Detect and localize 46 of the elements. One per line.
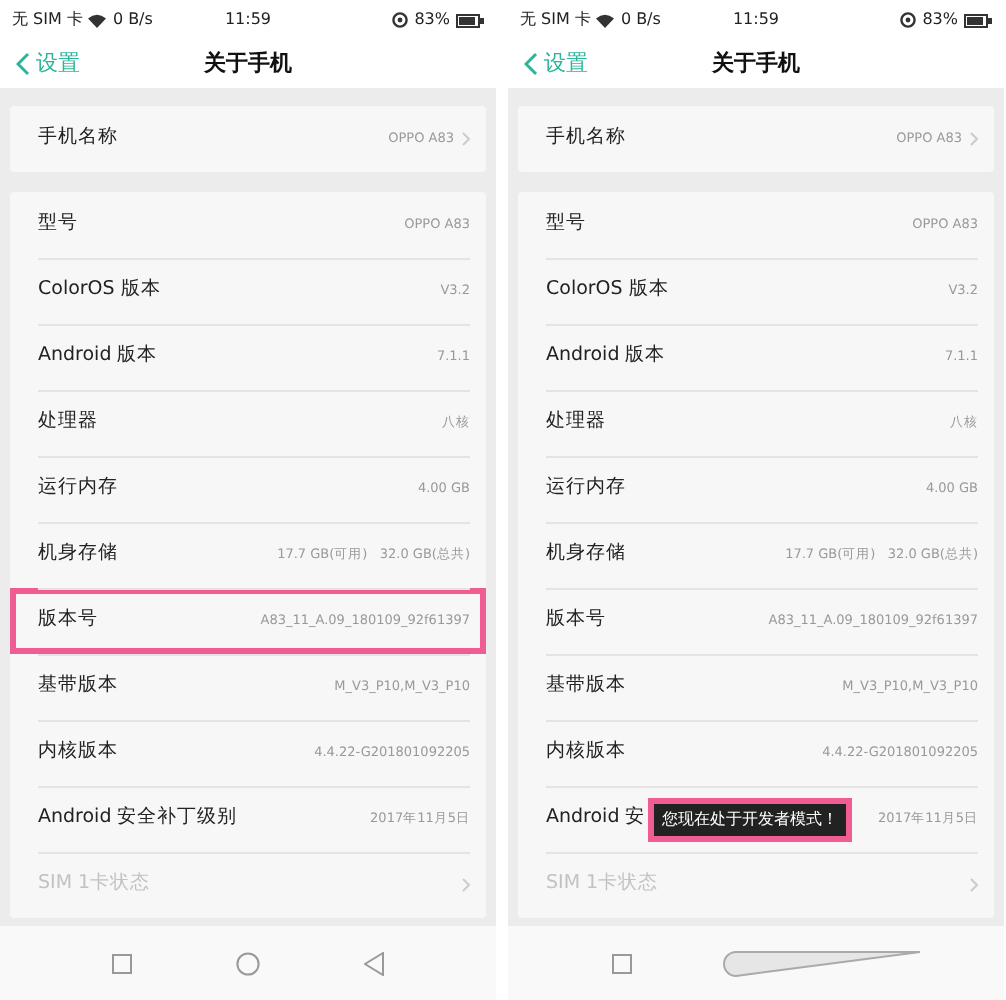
row-label: 版本号 [38,606,98,635]
row-label: 机身存储 [38,540,118,569]
carrier-text: 无 SIM 卡 [12,8,83,32]
battery-icon [456,13,484,27]
row-label: 手机名称 [546,124,626,153]
alarm-icon [392,12,409,28]
network-speed: 0 B/s [112,8,153,32]
triangle-icon[interactable] [364,951,384,975]
back-chevron-icon [524,52,538,76]
wifi-icon [596,13,615,27]
row-label: 内核版本 [38,738,118,767]
row-label: 型号 [546,210,586,239]
carrier-text: 无 SIM 卡 [520,8,591,32]
wifi-icon [88,13,107,27]
clock-text: 11:59 [732,10,780,28]
clock-text: 11:59 [224,10,272,28]
gesture-bar-icon[interactable] [722,949,922,977]
page-title: 关于手机 [712,49,800,76]
toast-message: 您现在处于开发者模式！ [654,804,846,836]
row-label: ColorOS 版本 [38,276,161,305]
network-speed: 0 B/s [620,8,661,32]
battery-percent: 83% [414,8,450,32]
row-label: 基带版本 [38,672,118,701]
page-title: 关于手机 [204,49,292,76]
battery-icon [964,13,992,27]
row-label: 运行内存 [38,474,118,503]
row-label: 运行内存 [546,474,626,503]
row-label: 型号 [38,210,78,239]
row-label: 基带版本 [546,672,626,701]
back-chevron-icon [16,52,30,76]
alarm-icon [900,12,917,28]
square-icon[interactable] [112,953,132,973]
row-label: 版本号 [546,606,606,635]
row-label: 处理器 [546,408,606,437]
row-label: ColorOS 版本 [546,276,669,305]
row-label: 处理器 [38,408,98,437]
row-label: 手机名称 [38,124,118,153]
row-label: 内核版本 [546,738,626,767]
circle-icon[interactable] [236,951,260,975]
row-label: Android 版本 [38,342,158,371]
square-icon[interactable] [612,953,632,973]
row-label: Android 安全补丁级别 [38,804,238,833]
battery-percent: 83% [922,8,958,32]
row-label: 机身存储 [546,540,626,569]
row-label: Android 安 [546,804,646,833]
row-label: Android 版本 [546,342,666,371]
